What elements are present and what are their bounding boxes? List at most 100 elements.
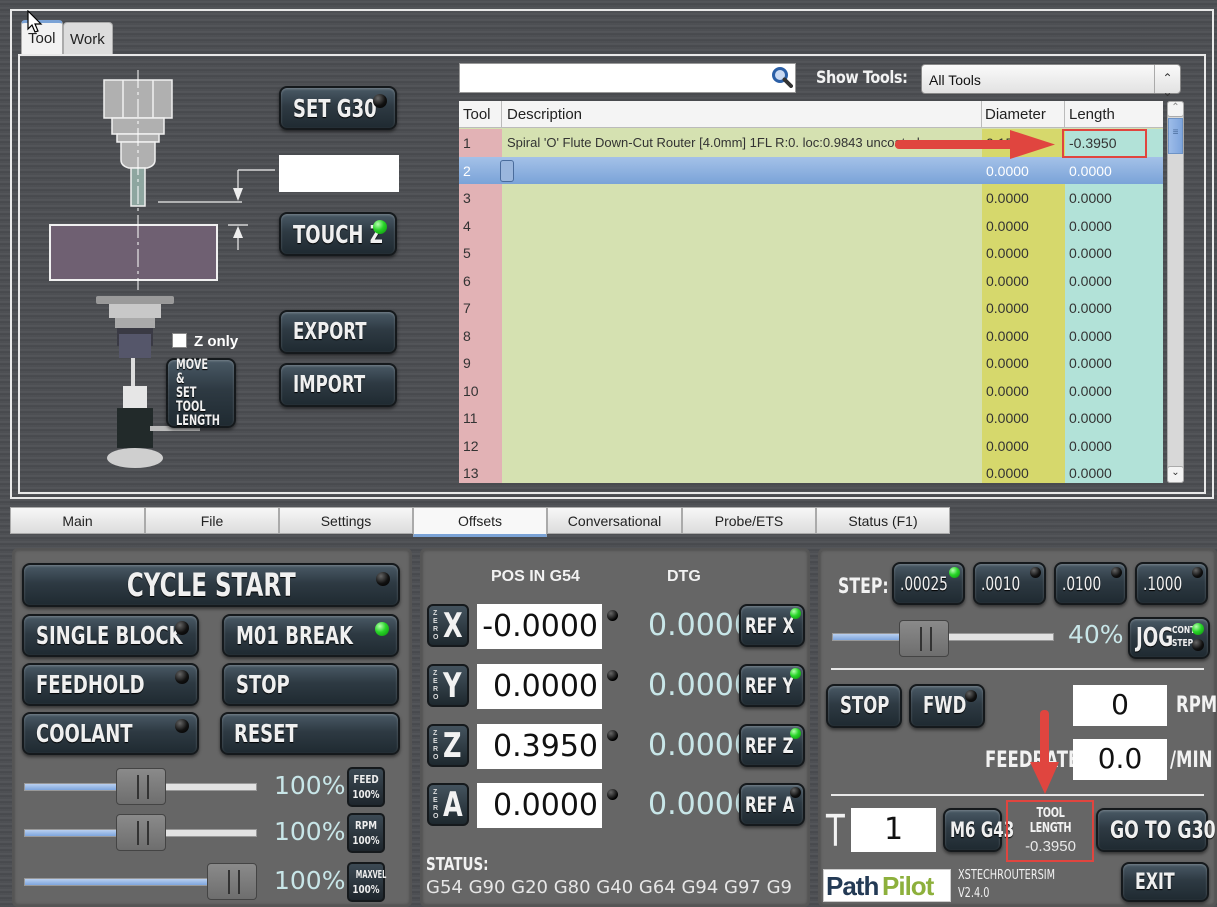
table-row[interactable]: 5 0.0000 0.0000 (459, 239, 1163, 267)
cycle-start-button[interactable]: CYCLE START (22, 563, 400, 607)
cell-description[interactable] (502, 294, 982, 322)
tab-file[interactable]: File (145, 507, 279, 534)
table-row[interactable]: 1 Spiral 'O' Flute Down-Cut Router [4.0mm… (459, 129, 1163, 157)
show-tools-select[interactable]: All Tools ⌃ ⌄ (921, 64, 1181, 99)
cell-diameter[interactable]: 0.0000 (982, 376, 1065, 404)
rpm-input[interactable]: 0 (1073, 685, 1167, 726)
cell-length[interactable]: 0.0000 (1065, 431, 1163, 459)
feedrate-input[interactable]: 0.0 (1073, 739, 1167, 780)
cell-diameter[interactable]: 0.0000 (982, 431, 1065, 459)
cell-tool[interactable]: 5 (459, 239, 502, 267)
x-position-input[interactable]: -0.0000 (477, 604, 602, 649)
cell-description[interactable] (502, 211, 982, 239)
cell-length[interactable]: 0.0000 (1065, 239, 1163, 267)
cell-length[interactable]: 0.0000 (1065, 459, 1163, 483)
cell-length[interactable]: 0.0000 (1065, 404, 1163, 432)
cell-description[interactable] (502, 349, 982, 377)
ref-z-button[interactable]: REF Z (739, 724, 805, 767)
cell-diameter[interactable]: 0.0000 (982, 294, 1065, 322)
cell-description[interactable] (502, 321, 982, 349)
cell-diameter[interactable]: 0.0000 (982, 321, 1065, 349)
cell-tool[interactable]: 1 (459, 129, 502, 157)
table-row[interactable]: 11 0.0000 0.0000 (459, 404, 1163, 432)
y-position-input[interactable]: 0.0000 (477, 664, 602, 709)
step-button-3[interactable]: .1000 (1135, 562, 1208, 605)
cell-tool[interactable]: 7 (459, 294, 502, 322)
cell-diameter[interactable]: 0.0000 (982, 459, 1065, 483)
table-row[interactable]: 4 0.0000 0.0000 (459, 211, 1163, 239)
a-position-input[interactable]: 0.0000 (477, 783, 602, 828)
touch-z-button[interactable]: TOUCH Z (279, 212, 397, 256)
zero-z-button[interactable]: ZERO Z (427, 724, 469, 767)
tool-height-input[interactable] (279, 155, 399, 192)
cell-length[interactable]: 0.0000 (1065, 294, 1163, 322)
maxvel-override-thumb[interactable] (207, 863, 257, 900)
ref-a-button[interactable]: REF A (739, 783, 805, 826)
scroll-down-icon[interactable]: ⌄ (1167, 466, 1184, 483)
cell-description[interactable] (502, 239, 982, 267)
table-scrollbar[interactable] (1167, 101, 1184, 483)
z-only-checkbox[interactable] (172, 333, 187, 348)
cell-editor[interactable] (500, 159, 514, 182)
ref-x-button[interactable]: REF X (739, 604, 805, 647)
cell-description[interactable] (502, 184, 982, 212)
zero-x-button[interactable]: ZERO X (427, 604, 469, 647)
tool-number-input[interactable]: 1 (851, 808, 936, 852)
maxvel-reset-button[interactable]: MAXVEL 100% (347, 862, 386, 902)
zero-y-button[interactable]: ZERO Y (427, 664, 469, 707)
cell-length[interactable]: 0.0000 (1065, 376, 1163, 404)
cell-tool[interactable]: 8 (459, 321, 502, 349)
export-button[interactable]: EXPORT (279, 310, 397, 354)
cell-tool[interactable]: 4 (459, 211, 502, 239)
cell-description[interactable] (502, 431, 982, 459)
cell-tool[interactable]: 6 (459, 266, 502, 294)
ref-y-button[interactable]: REF Y (739, 664, 805, 707)
cell-tool[interactable]: 9 (459, 349, 502, 377)
spindle-stop-button[interactable]: STOP (826, 684, 902, 728)
rpm-reset-button[interactable]: RPM 100% (347, 813, 385, 853)
set-g30-button[interactable]: SET G30 (279, 86, 397, 130)
cell-diameter[interactable]: 0.0000 (982, 239, 1065, 267)
header-length[interactable]: Length (1069, 106, 1115, 123)
rpm-override-thumb[interactable] (115, 814, 166, 851)
table-row[interactable]: 6 0.0000 0.0000 (459, 266, 1163, 294)
cell-diameter[interactable]: 0.0000 (982, 266, 1065, 294)
cell-tool[interactable]: 12 (459, 431, 502, 459)
table-row[interactable]: 12 0.0000 0.0000 (459, 431, 1163, 459)
stop-button[interactable]: STOP (222, 663, 399, 706)
table-row[interactable]: 3 0.0000 0.0000 (459, 184, 1163, 212)
scroll-thumb[interactable]: ≡ (1168, 118, 1183, 154)
step-button-0[interactable]: .00025 (892, 562, 965, 605)
tool-search-input[interactable] (459, 63, 796, 93)
zero-a-button[interactable]: ZERO A (427, 783, 469, 826)
spindle-fwd-button[interactable]: FWD (909, 684, 985, 728)
cell-length[interactable]: 0.0000 (1065, 211, 1163, 239)
cell-tool[interactable]: 2 (459, 156, 502, 184)
cell-tool[interactable]: 13 (459, 459, 502, 483)
cell-diameter[interactable]: 0.0000 (982, 211, 1065, 239)
feed-override-thumb[interactable] (115, 768, 166, 805)
m6-g43-button[interactable]: M6 G43 (943, 808, 1014, 852)
tab-settings[interactable]: Settings (279, 507, 413, 534)
tab-main[interactable]: Main (10, 507, 145, 534)
table-row[interactable]: 2 0.0000 0.0000 (459, 156, 1163, 184)
cell-description[interactable] (502, 404, 982, 432)
import-button[interactable]: IMPORT (279, 363, 397, 407)
coolant-button[interactable]: COOLANT (22, 712, 199, 755)
cell-length[interactable]: 0.0000 (1065, 349, 1163, 377)
move-set-tool-length-button[interactable]: MOVE & SET TOOL LENGTH (166, 358, 236, 428)
header-diameter[interactable]: Diameter (985, 106, 1046, 123)
cell-diameter[interactable]: 0.0000 (982, 156, 1065, 184)
feed-reset-button[interactable]: FEED 100% (347, 767, 385, 807)
subtab-work[interactable]: Work (63, 22, 113, 55)
table-row[interactable]: 8 0.0000 0.0000 (459, 321, 1163, 349)
table-row[interactable]: 7 0.0000 0.0000 (459, 294, 1163, 322)
cell-length[interactable]: 0.0000 (1065, 321, 1163, 349)
tab-conversational[interactable]: Conversational (547, 507, 682, 534)
cell-length[interactable]: 0.0000 (1065, 184, 1163, 212)
exit-button[interactable]: EXIT (1121, 862, 1209, 902)
scroll-up-icon[interactable]: ⌃ (1167, 101, 1184, 117)
search-icon[interactable] (771, 66, 793, 88)
cell-diameter[interactable]: 0.0000 (982, 404, 1065, 432)
cell-tool[interactable]: 10 (459, 376, 502, 404)
